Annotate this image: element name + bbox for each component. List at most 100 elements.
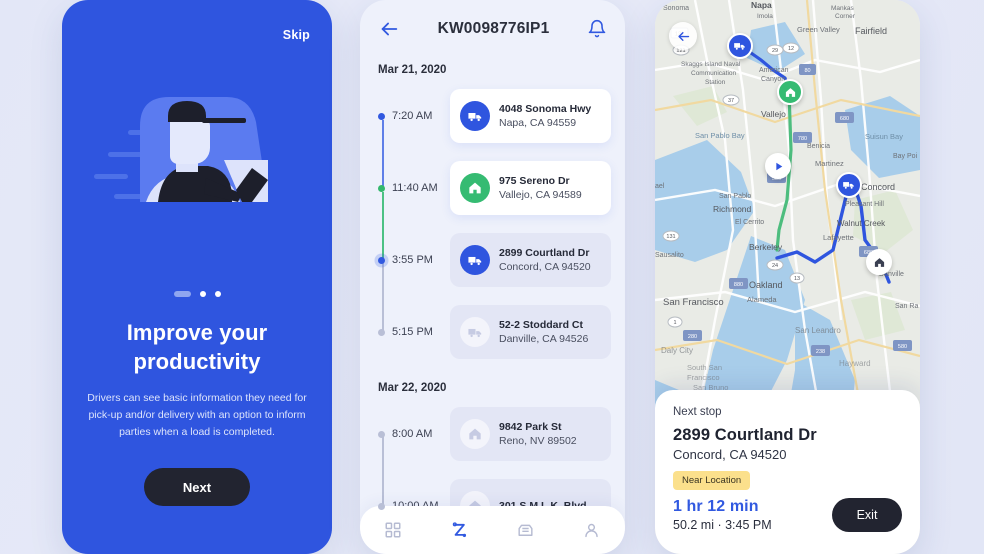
stops-panel: KW0098776IP1 Mar 21, 2020 7:20 AM 4048 S… [360, 0, 625, 554]
svg-text:238: 238 [816, 349, 825, 355]
home-icon [785, 87, 795, 97]
eta-duration: 1 hr 12 min [673, 498, 759, 515]
svg-text:Napa: Napa [751, 0, 772, 10]
stop-city: Concord, CA 94520 [499, 261, 591, 273]
svg-text:13: 13 [794, 276, 800, 282]
home-icon [874, 257, 884, 267]
map-marker-vehicle[interactable] [765, 153, 791, 179]
svg-text:American: American [759, 67, 789, 74]
truck-icon [460, 245, 490, 275]
svg-text:Walnut Creek: Walnut Creek [837, 219, 886, 228]
svg-text:Sausalito: Sausalito [655, 252, 684, 259]
pager-dot-1[interactable] [173, 291, 191, 297]
destination-address: 2899 Courtland Dr [673, 426, 817, 444]
svg-text:Skaggs Island Naval: Skaggs Island Naval [681, 61, 741, 68]
stop-address: 2899 Courtland Dr [499, 247, 590, 259]
stop-address: 9842 Park St [499, 421, 562, 433]
svg-text:Station: Station [705, 79, 726, 86]
svg-text:Hayward: Hayward [839, 359, 871, 368]
svg-text:Bay Poi: Bay Poi [893, 153, 918, 160]
map-marker-destination-truck[interactable] [836, 172, 862, 198]
svg-text:280: 280 [688, 334, 697, 340]
map-panel: Sonoma Napa Imola Mankas Corner Green Va… [655, 0, 920, 554]
tab-loads[interactable] [511, 515, 541, 545]
svg-text:Suisun Bay: Suisun Bay [865, 132, 903, 141]
pager-dot-3[interactable] [214, 291, 221, 297]
svg-text:Sonoma: Sonoma [663, 5, 689, 12]
svg-text:680: 680 [840, 116, 849, 122]
person-icon [585, 523, 599, 537]
svg-text:Fairfield: Fairfield [855, 26, 887, 36]
stop-row[interactable]: 5:15 PM 52-2 Stoddard Ct Danville, CA 94… [360, 260, 625, 368]
truck-icon [843, 182, 854, 189]
stop-row[interactable]: 8:00 AM 9842 Park St Reno, NV 89502 [360, 398, 625, 506]
grid-icon [385, 522, 401, 538]
map-marker-home[interactable] [777, 79, 803, 105]
stop-row[interactable]: 3:55 PM 2899 Courtland Dr Concord, CA 94… [360, 224, 625, 332]
svg-text:Daly City: Daly City [661, 346, 693, 355]
skip-button[interactable]: Skip [283, 28, 310, 42]
eta-distance-arrival: 50.2 mi · 3:45 PM [673, 518, 772, 532]
next-stop-label: Next stop [673, 406, 722, 418]
stop-row[interactable]: 7:20 AM 4048 Sonoma Hwy Napa, CA 94559 [360, 80, 625, 188]
play-triangle-icon [775, 162, 782, 170]
stops-scroll-area[interactable]: Mar 21, 2020 7:20 AM 4048 Sonoma Hwy Nap… [360, 58, 625, 554]
svg-text:Benicia: Benicia [807, 143, 830, 150]
stop-card[interactable]: 975 Sereno Dr Vallejo, CA 94589 [450, 161, 611, 215]
stop-card[interactable]: 52-2 Stoddard Ct Danville, CA 94526 [450, 305, 611, 359]
timeline-dot [378, 328, 385, 336]
pager-dot-2[interactable] [199, 291, 206, 297]
stop-card-current[interactable]: 2899 Courtland Dr Concord, CA 94520 [450, 233, 611, 287]
timeline-dot [378, 430, 385, 438]
svg-text:San Pablo: San Pablo [719, 193, 751, 200]
pager-dots [62, 291, 332, 297]
svg-text:El Cerrito: El Cerrito [735, 219, 764, 226]
stop-city: Vallejo, CA 94589 [499, 189, 582, 201]
back-arrow-icon [677, 31, 689, 41]
stop-city: Napa, CA 94559 [499, 117, 577, 129]
svg-text:Corner: Corner [835, 13, 856, 20]
map-back-button[interactable] [669, 22, 697, 50]
tab-dashboard[interactable] [378, 515, 408, 545]
driver-illustration [62, 84, 332, 224]
home-icon [460, 419, 490, 449]
svg-text:Martinez: Martinez [815, 159, 844, 168]
svg-text:Lafayette: Lafayette [823, 233, 854, 242]
bottom-tab-bar [360, 506, 625, 554]
svg-text:Francisco: Francisco [687, 373, 720, 382]
back-arrow-icon[interactable] [378, 18, 400, 40]
map-marker-final-home[interactable] [866, 249, 892, 275]
svg-text:South San: South San [687, 363, 722, 372]
screen-root: Skip Improve your productivity Drivers c… [0, 0, 984, 554]
svg-text:880: 880 [734, 282, 743, 288]
timeline-dot [378, 112, 385, 120]
bell-icon[interactable] [587, 19, 607, 39]
timeline-dot [378, 502, 385, 510]
date-header: Mar 22, 2020 [378, 382, 447, 394]
svg-text:80: 80 [804, 68, 810, 74]
svg-text:San Ra: San Ra [895, 303, 918, 310]
svg-text:Richmond: Richmond [713, 204, 752, 214]
next-button[interactable]: Next [144, 468, 250, 506]
truck-icon [460, 101, 490, 131]
timeline-dot-current [378, 256, 385, 264]
svg-text:San Francisco: San Francisco [663, 297, 724, 308]
svg-text:580: 580 [898, 344, 907, 350]
tab-routes[interactable] [444, 515, 474, 545]
next-stop-card: Next stop 2899 Courtland Dr Concord, CA … [655, 390, 920, 554]
stop-address: 975 Sereno Dr [499, 175, 570, 187]
svg-text:Alameda: Alameda [747, 295, 777, 304]
truck-icon [460, 317, 490, 347]
stop-card[interactable]: 4048 Sonoma Hwy Napa, CA 94559 [450, 89, 611, 143]
stop-time: 11:40 AM [392, 182, 438, 194]
stops-header: KW0098776IP1 [360, 0, 625, 58]
stop-row[interactable]: 11:40 AM 975 Sereno Dr Vallejo, CA 94589 [360, 152, 625, 260]
truck-icon [734, 43, 745, 50]
svg-text:Green Valley: Green Valley [797, 25, 840, 34]
stop-card[interactable]: 9842 Park St Reno, NV 89502 [450, 407, 611, 461]
exit-button[interactable]: Exit [832, 498, 902, 532]
map-marker-origin-truck[interactable] [727, 33, 753, 59]
svg-text:780: 780 [798, 136, 807, 142]
driver-illustration-svg [94, 97, 268, 202]
tab-profile[interactable] [577, 515, 607, 545]
